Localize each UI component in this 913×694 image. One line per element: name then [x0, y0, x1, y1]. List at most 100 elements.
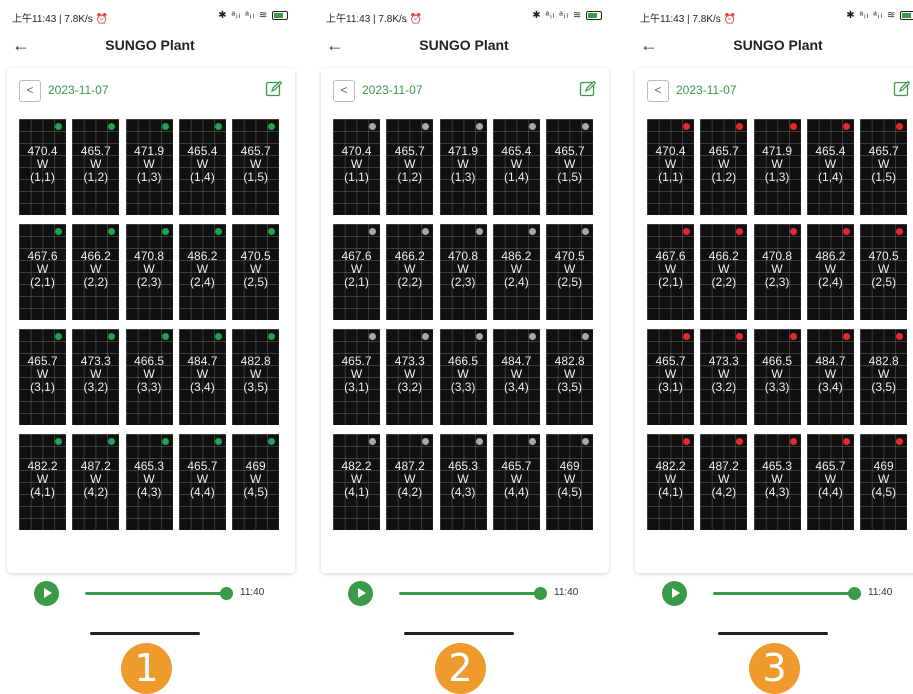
- solar-panel[interactable]: 487.2 W (4,2): [700, 434, 748, 530]
- solar-panel[interactable]: 465.4 W (1,4): [806, 119, 854, 215]
- panel-reading: 465.7 W (1,5): [860, 145, 907, 184]
- date-label[interactable]: 2023-11-07: [676, 83, 737, 97]
- solar-panel[interactable]: 467.6 W (2,1): [333, 224, 380, 320]
- status-dot: [369, 438, 376, 445]
- solar-panel[interactable]: 486.2 W (2,4): [806, 224, 854, 320]
- solar-panel[interactable]: 470.5 W (2,5): [546, 224, 594, 320]
- status-dot: [369, 228, 376, 235]
- date-label[interactable]: 2023-11-07: [362, 83, 423, 97]
- date-label[interactable]: 2023-11-07: [48, 83, 109, 97]
- edit-icon[interactable]: [893, 80, 911, 98]
- solar-panel[interactable]: 465.4 W (1,4): [178, 119, 226, 215]
- solar-panel[interactable]: 482.2 W (4,1): [647, 434, 694, 530]
- panel-position: (4,3): [136, 485, 162, 499]
- solar-panel[interactable]: 465.7 W (4,4): [492, 434, 540, 530]
- solar-panel[interactable]: 469 W (4,5): [232, 434, 280, 530]
- solar-panel[interactable]: 466.2 W (2,2): [72, 224, 120, 320]
- solar-panel[interactable]: 487.2 W (4,2): [386, 434, 434, 530]
- previous-date-button[interactable]: <: [647, 80, 669, 102]
- play-button[interactable]: [662, 581, 687, 606]
- solar-panel[interactable]: 484.7 W (3,4): [806, 329, 854, 425]
- solar-panel[interactable]: 487.2 W (4,2): [72, 434, 120, 530]
- panel-position: (2,4): [504, 275, 529, 289]
- slider-knob[interactable]: [220, 587, 233, 600]
- solar-panel[interactable]: 470.4 W (1,1): [19, 119, 66, 215]
- slider-knob[interactable]: [534, 587, 547, 600]
- panel-position: (3,2): [397, 380, 423, 394]
- solar-panel[interactable]: 482.2 W (4,1): [19, 434, 66, 530]
- solar-panel[interactable]: 471.9 W (1,3): [439, 119, 487, 215]
- layout-card: < 2023-11-07 470.4 W (1,1) 465.7 W (1,2): [321, 68, 609, 573]
- solar-panel[interactable]: 466.5 W (3,3): [753, 329, 801, 425]
- panel-reading: 465.7 W (3,1): [647, 355, 694, 394]
- edit-icon[interactable]: [265, 80, 283, 98]
- solar-panel[interactable]: 470.8 W (2,3): [125, 224, 173, 320]
- solar-panel[interactable]: 470.8 W (2,3): [753, 224, 801, 320]
- status-bar: 上午11:43 | 7.8K/s ⏰ ✱ ᵃᵢₗ ᵃᵢₗ ≋: [326, 10, 602, 25]
- solar-panel[interactable]: 469 W (4,5): [860, 434, 908, 530]
- solar-panel[interactable]: 465.3 W (4,3): [439, 434, 487, 530]
- solar-panel[interactable]: 466.5 W (3,3): [439, 329, 487, 425]
- solar-panel[interactable]: 471.9 W (1,3): [125, 119, 173, 215]
- solar-panel[interactable]: 482.8 W (3,5): [232, 329, 280, 425]
- panel-reading: 471.9 W (1,3): [440, 145, 487, 184]
- solar-panel[interactable]: 465.7 W (1,5): [232, 119, 280, 215]
- solar-panel[interactable]: 465.7 W (1,2): [700, 119, 748, 215]
- solar-panel[interactable]: 473.3 W (3,2): [700, 329, 748, 425]
- previous-date-button[interactable]: <: [19, 80, 41, 102]
- solar-panel[interactable]: 482.2 W (4,1): [333, 434, 380, 530]
- solar-panel[interactable]: 470.4 W (1,1): [647, 119, 694, 215]
- solar-panel[interactable]: 471.9 W (1,3): [753, 119, 801, 215]
- home-indicator[interactable]: [718, 632, 828, 635]
- timeline-slider[interactable]: [85, 587, 233, 600]
- solar-panel[interactable]: 466.2 W (2,2): [700, 224, 748, 320]
- solar-panel[interactable]: 466.5 W (3,3): [125, 329, 173, 425]
- solar-panel[interactable]: 465.7 W (1,5): [546, 119, 594, 215]
- edit-icon[interactable]: [579, 80, 597, 98]
- solar-panel[interactable]: 465.7 W (1,5): [860, 119, 908, 215]
- panel-reading: 471.9 W (1,3): [754, 145, 801, 184]
- solar-panel[interactable]: 470.5 W (2,5): [860, 224, 908, 320]
- solar-panel[interactable]: 484.7 W (3,4): [492, 329, 540, 425]
- panel-reading: 470.8 W (2,3): [440, 250, 487, 289]
- status-dot: [896, 438, 904, 445]
- solar-panel[interactable]: 465.4 W (1,4): [492, 119, 540, 215]
- solar-panel[interactable]: 482.8 W (3,5): [546, 329, 594, 425]
- slider-knob[interactable]: [848, 587, 861, 600]
- solar-panel[interactable]: 465.7 W (4,4): [806, 434, 854, 530]
- solar-panel[interactable]: 482.8 W (3,5): [860, 329, 908, 425]
- home-indicator[interactable]: [90, 632, 200, 635]
- panel-reading: 465.7 W (4,4): [493, 460, 540, 499]
- play-button[interactable]: [34, 581, 59, 606]
- solar-panel[interactable]: 467.6 W (2,1): [19, 224, 66, 320]
- playback-bar: 11:40: [0, 581, 300, 607]
- previous-date-button[interactable]: <: [333, 80, 355, 102]
- solar-panel[interactable]: 469 W (4,5): [546, 434, 594, 530]
- solar-panel[interactable]: 470.8 W (2,3): [439, 224, 487, 320]
- solar-panel[interactable]: 484.7 W (3,4): [178, 329, 226, 425]
- panel-reading: 470.4 W (1,1): [19, 145, 66, 184]
- timeline-slider[interactable]: [399, 587, 547, 600]
- solar-panel[interactable]: 470.4 W (1,1): [333, 119, 380, 215]
- solar-panel[interactable]: 465.7 W (3,1): [647, 329, 694, 425]
- solar-panel[interactable]: 486.2 W (2,4): [178, 224, 226, 320]
- play-button[interactable]: [348, 581, 373, 606]
- solar-panel[interactable]: 473.3 W (3,2): [386, 329, 434, 425]
- timeline-slider[interactable]: [713, 587, 861, 600]
- solar-panel[interactable]: 465.7 W (1,2): [386, 119, 434, 215]
- solar-panel[interactable]: 470.5 W (2,5): [232, 224, 280, 320]
- solar-panel[interactable]: 486.2 W (2,4): [492, 224, 540, 320]
- panel-position: (3,4): [190, 380, 215, 394]
- solar-panel[interactable]: 465.3 W (4,3): [125, 434, 173, 530]
- solar-panel[interactable]: 465.7 W (1,2): [72, 119, 120, 215]
- home-indicator[interactable]: [404, 632, 514, 635]
- status-bar: 上午11:43 | 7.8K/s ⏰ ✱ ᵃᵢₗ ᵃᵢₗ ≋: [640, 10, 913, 25]
- solar-panel[interactable]: 467.6 W (2,1): [647, 224, 694, 320]
- solar-panel[interactable]: 465.7 W (3,1): [333, 329, 380, 425]
- panel-position: (3,4): [818, 380, 843, 394]
- solar-panel[interactable]: 465.3 W (4,3): [753, 434, 801, 530]
- solar-panel[interactable]: 465.7 W (3,1): [19, 329, 66, 425]
- solar-panel[interactable]: 466.2 W (2,2): [386, 224, 434, 320]
- solar-panel[interactable]: 473.3 W (3,2): [72, 329, 120, 425]
- solar-panel[interactable]: 465.7 W (4,4): [178, 434, 226, 530]
